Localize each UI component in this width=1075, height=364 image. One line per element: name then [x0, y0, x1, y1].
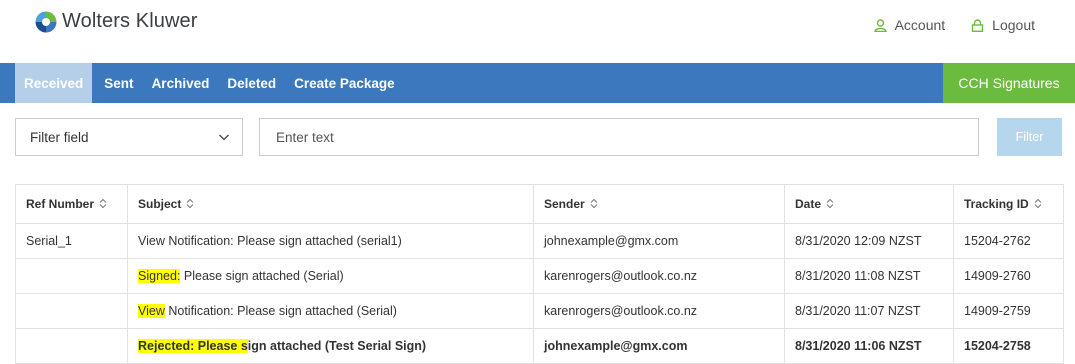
- tab-deleted[interactable]: Deleted: [218, 63, 285, 103]
- col-header-subject[interactable]: Subject: [127, 184, 534, 224]
- date-cell: 8/31/2020 11:07 NZST: [784, 293, 954, 329]
- sort-icon: [99, 198, 107, 209]
- tracking-id-cell: 15204-2758: [953, 328, 1064, 364]
- sort-icon: [186, 198, 194, 209]
- sort-icon: [826, 198, 834, 209]
- table-row[interactable]: Serial_1 View Notification: Please sign …: [15, 223, 1064, 259]
- col-header-sender[interactable]: Sender: [533, 184, 785, 224]
- filter-field-select[interactable]: Filter field: [15, 118, 243, 156]
- subject-text: ign attached (Test Serial Sign): [247, 339, 427, 353]
- subject-highlight: View: [138, 304, 165, 318]
- tab-sent[interactable]: Sent: [95, 63, 142, 103]
- subject-cell: Rejected: Please sign attached (Test Ser…: [127, 328, 534, 364]
- subject-highlight: Signed:: [138, 269, 181, 283]
- logout-link[interactable]: Logout: [971, 17, 1035, 33]
- tab-received[interactable]: Received: [15, 63, 93, 103]
- tab-create-package[interactable]: Create Package: [285, 63, 404, 103]
- tracking-id-cell: 14909-2760: [953, 258, 1064, 294]
- account-link[interactable]: Account: [873, 17, 946, 33]
- col-header-tracking-id[interactable]: Tracking ID: [953, 184, 1064, 224]
- messages-table: Ref Number Subject Sender Date Tracking …: [15, 184, 1064, 364]
- subject-text: View Notification: Please sign attached …: [138, 234, 402, 248]
- sender-cell: johnexample@gmx.com: [533, 223, 785, 259]
- tracking-id-cell: 14909-2759: [953, 293, 1064, 329]
- subject-cell: View Notification: Please sign attached …: [127, 293, 534, 329]
- ref-number-cell: [15, 328, 128, 364]
- date-cell: 8/31/2020 12:09 NZST: [784, 223, 954, 259]
- logout-label: Logout: [992, 17, 1035, 33]
- subject-cell: View Notification: Please sign attached …: [127, 223, 534, 259]
- table-row[interactable]: Signed: Please sign attached (Serial) ka…: [15, 258, 1064, 294]
- table-row[interactable]: View Notification: Please sign attached …: [15, 293, 1064, 329]
- main-navbar: Received Sent Archived Deleted Create Pa…: [0, 63, 1075, 103]
- subject-highlight: Rejected: Please s: [138, 339, 248, 353]
- sender-cell: karenrogers@outlook.co.nz: [533, 293, 785, 329]
- tracking-id-cell: 15204-2762: [953, 223, 1064, 259]
- ref-number-cell: [15, 258, 128, 294]
- date-cell: 8/31/2020 11:08 NZST: [784, 258, 954, 294]
- table-header-row: Ref Number Subject Sender Date Tracking …: [15, 184, 1064, 224]
- col-header-date[interactable]: Date: [784, 184, 954, 224]
- subject-cell: Signed: Please sign attached (Serial): [127, 258, 534, 294]
- filter-text-input[interactable]: [259, 118, 979, 156]
- col-header-ref-number[interactable]: Ref Number: [15, 184, 128, 224]
- tab-archived[interactable]: Archived: [143, 63, 219, 103]
- filter-field-value: Filter field: [30, 129, 89, 145]
- sort-icon: [590, 198, 598, 209]
- filter-button[interactable]: Filter: [997, 118, 1062, 156]
- subject-text: Notification: Please sign attached (Seri…: [164, 304, 397, 318]
- chevron-down-icon: [219, 134, 229, 141]
- table-row[interactable]: Rejected: Please sign attached (Test Ser…: [15, 328, 1064, 364]
- sender-cell: karenrogers@outlook.co.nz: [533, 258, 785, 294]
- nav-tabs: Received Sent Archived Deleted Create Pa…: [15, 63, 404, 103]
- wolters-kluwer-logo-icon: [35, 11, 57, 32]
- ref-number-cell: [15, 293, 128, 329]
- brand-logo[interactable]: Wolters Kluwer: [35, 10, 198, 33]
- brand-name: Wolters Kluwer: [62, 10, 198, 32]
- cch-signatures-button[interactable]: CCH Signatures: [943, 63, 1075, 103]
- top-links: Account Logout: [873, 17, 1035, 33]
- date-cell: 8/31/2020 11:06 NZST: [784, 328, 954, 364]
- user-icon: [873, 18, 887, 32]
- sender-cell: johnexample@gmx.com: [533, 328, 785, 364]
- subject-text: Please sign attached (Serial): [180, 269, 344, 283]
- account-label: Account: [894, 17, 946, 33]
- lock-icon: [971, 18, 984, 32]
- sort-icon: [1034, 198, 1042, 209]
- ref-number-cell: Serial_1: [15, 223, 128, 259]
